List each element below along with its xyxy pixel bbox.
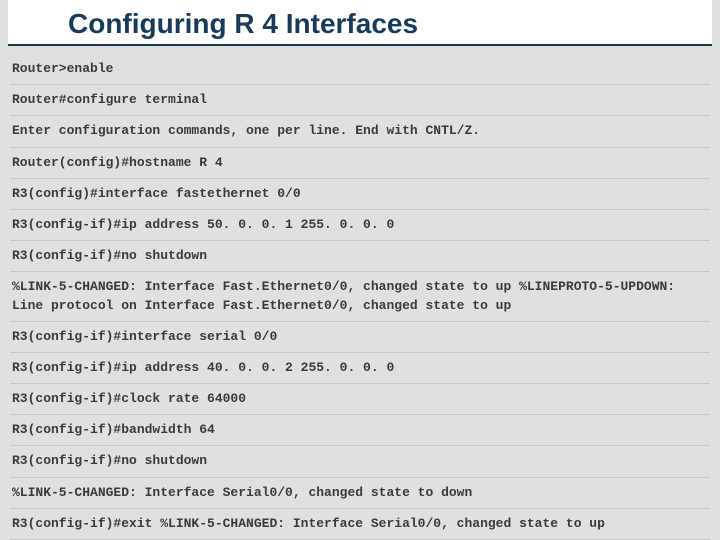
terminal-line: %LINK-5-CHANGED: Interface Fast.Ethernet…	[10, 272, 710, 321]
terminal-line: R3(config-if)#interface serial 0/0	[10, 322, 710, 353]
terminal-line: R3(config-if)#no shutdown	[10, 446, 710, 477]
terminal-line: R3(config-if)#exit %LINK-5-CHANGED: Inte…	[10, 509, 710, 540]
terminal-line: Router>enable	[10, 54, 710, 85]
slide: Configuring R 4 Interfaces Router>enable…	[0, 0, 720, 540]
slide-title: Configuring R 4 Interfaces	[8, 0, 712, 46]
terminal-line: Router(config)#hostname R 4	[10, 148, 710, 179]
terminal-line: R3(config-if)#bandwidth 64	[10, 415, 710, 446]
terminal-line: R3(config-if)#ip address 50. 0. 0. 1 255…	[10, 210, 710, 241]
terminal-line: R3(config)#interface fastethernet 0/0	[10, 179, 710, 210]
terminal-output: Router>enable Router#configure terminal …	[0, 54, 720, 540]
terminal-line: Enter configuration commands, one per li…	[10, 116, 710, 147]
terminal-line: %LINK-5-CHANGED: Interface Serial0/0, ch…	[10, 478, 710, 509]
terminal-line: R3(config-if)#ip address 40. 0. 0. 2 255…	[10, 353, 710, 384]
terminal-line: Router#configure terminal	[10, 85, 710, 116]
terminal-line: R3(config-if)#no shutdown	[10, 241, 710, 272]
terminal-line: R3(config-if)#clock rate 64000	[10, 384, 710, 415]
